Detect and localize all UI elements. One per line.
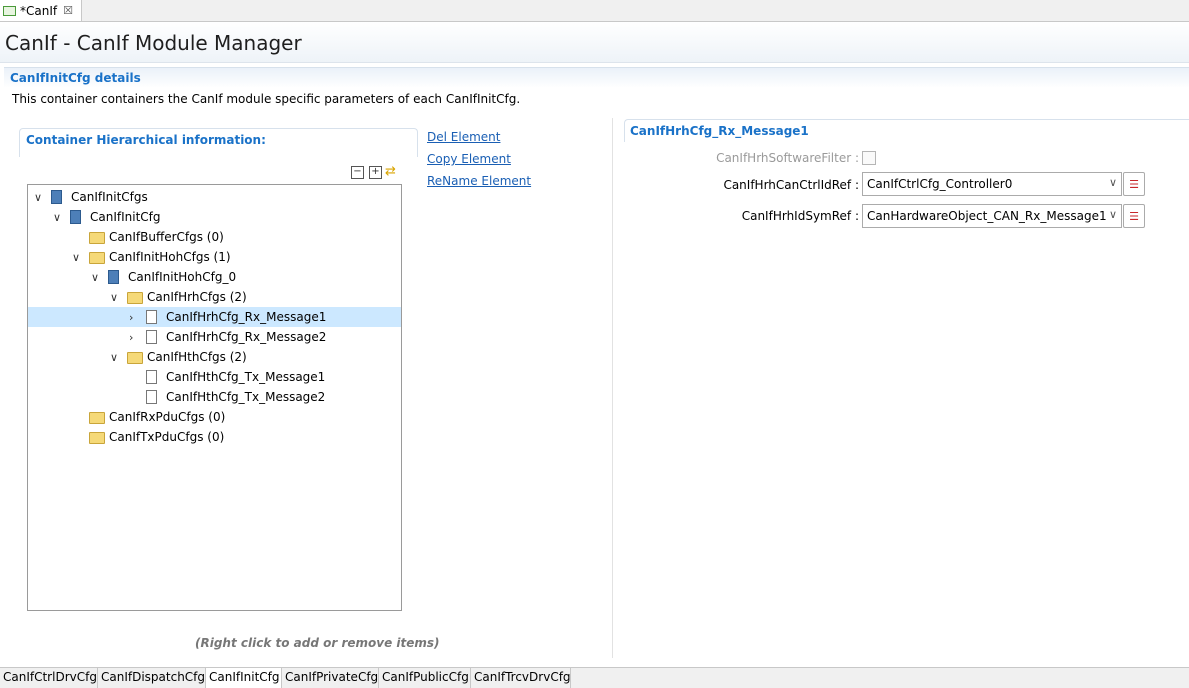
sym-ref-label: CanIfHrhIdSymRef : <box>741 209 859 223</box>
chevron-down-icon[interactable]: ∨ <box>72 251 82 264</box>
chevron-down-icon[interactable]: ∨ <box>53 211 63 224</box>
tree-item[interactable]: CanIfBufferCfgs (0) <box>28 227 401 247</box>
chevron-down-icon[interactable]: ∨ <box>110 291 120 304</box>
tree-item-label: CanIfInitHohCfgs (1) <box>109 250 231 264</box>
tree-item[interactable]: ∨ CanIfHrhCfgs (2) <box>28 287 401 307</box>
chevron-down-icon[interactable]: ∨ <box>34 191 44 204</box>
sym-ref-value: CanHardwareObject_CAN_Rx_Message1 <box>867 209 1107 223</box>
tree-hint: (Right click to add or remove items) <box>195 636 440 650</box>
ctrl-ref-value: CanIfCtrlCfg_Controller0 <box>867 177 1013 191</box>
collapse-all-icon[interactable]: − <box>351 166 364 179</box>
rename-element-link[interactable]: ReName Element <box>427 174 531 188</box>
tree-item-label: CanIfTxPduCfgs (0) <box>109 430 225 444</box>
document-icon <box>146 330 157 344</box>
document-icon <box>146 310 157 324</box>
tree-item[interactable]: CanIfHthCfg_Tx_Message2 <box>28 387 401 407</box>
details-section-header: CanIfInitCfg details <box>4 67 1189 88</box>
bottom-tab-bar: CanIfCtrlDrvCfg CanIfDispatchCfg CanIfInit… <box>0 667 1189 688</box>
tree-item-label: CanIfHrhCfgs (2) <box>147 290 247 304</box>
bottom-tab-canifctrldrvcfg[interactable]: CanIfCtrlDrvCfg <box>0 668 98 688</box>
tree-item-label: CanIfInitCfg <box>90 210 161 224</box>
tree-item-label: CanIfHthCfgs (2) <box>147 350 247 364</box>
sym-ref-dropdown[interactable]: CanHardwareObject_CAN_Rx_Message1 ∨ <box>862 204 1122 228</box>
tree-item-label: CanIfRxPduCfgs (0) <box>109 410 226 424</box>
tree-item-label: CanIfInitHohCfg_0 <box>128 270 237 284</box>
page-header: CanIf - CanIf Module Manager <box>0 22 1189 63</box>
container-tree[interactable]: ∨ CanIfInitCfgs ∨ CanIfInitCfg CanIfBufferCf… <box>27 184 402 611</box>
properties-group: CanIfHrhCfg_Rx_Message1 <box>624 119 1189 142</box>
expand-all-icon[interactable]: + <box>369 166 382 179</box>
document-icon <box>146 370 157 384</box>
chevron-down-icon: ∨ <box>1108 208 1117 221</box>
hierarchy-title: Container Hierarchical information: <box>26 133 266 147</box>
tree-item[interactable]: CanIfRxPduCfgs (0) <box>28 407 401 427</box>
bottom-tab-canifdispatchcfg[interactable]: CanIfDispatchCfg <box>98 668 206 688</box>
editor-tab-bar: *CanIf ☒ <box>0 0 1189 22</box>
folder-icon <box>127 352 143 364</box>
tree-item[interactable]: ∨ CanIfInitCfg <box>28 207 401 227</box>
module-icon <box>108 270 119 284</box>
tree-item-label: CanIfHthCfg_Tx_Message2 <box>166 390 326 404</box>
software-filter-label: CanIfHrhSoftwareFilter : <box>716 151 859 165</box>
chevron-right-icon[interactable]: › <box>129 331 139 344</box>
document-icon <box>146 390 157 404</box>
bottom-tab-canifprivatecfg[interactable]: CanIfPrivateCfg <box>282 668 379 688</box>
module-icon <box>70 210 81 224</box>
folder-icon <box>89 232 105 244</box>
tree-item-label: CanIfHthCfg_Tx_Message1 <box>166 370 326 384</box>
tree-item[interactable]: CanIfTxPduCfgs (0) <box>28 427 401 447</box>
tree-item[interactable]: CanIfHthCfg_Tx_Message1 <box>28 367 401 387</box>
tree-item-label: CanIfHrhCfg_Rx_Message2 <box>166 330 327 344</box>
tree-item[interactable]: › CanIfHrhCfg_Rx_Message1 <box>28 307 401 327</box>
chevron-down-icon[interactable]: ∨ <box>91 271 101 284</box>
module-editor-icon <box>3 5 16 16</box>
copy-element-link[interactable]: Copy Element <box>427 152 511 166</box>
tree-item[interactable]: ∨ CanIfInitCfgs <box>28 187 401 207</box>
tree-item-label: CanIfHrhCfg_Rx_Message1 <box>166 310 327 324</box>
ctrl-ref-label: CanIfHrhCanCtrlIdRef : <box>723 178 859 192</box>
chevron-right-icon[interactable]: › <box>129 311 139 324</box>
bottom-tab-caniftrcvdrvcfg[interactable]: CanIfTrcvDrvCfg <box>471 668 571 688</box>
close-icon[interactable]: ☒ <box>63 4 73 17</box>
ctrl-ref-dropdown[interactable]: CanIfCtrlCfg_Controller0 ∨ <box>862 172 1122 196</box>
properties-title: CanIfHrhCfg_Rx_Message1 <box>630 124 809 138</box>
ctrl-ref-list-button[interactable]: ☰ <box>1123 172 1145 196</box>
tree-item[interactable]: ∨ CanIfInitHohCfg_0 <box>28 267 401 287</box>
sym-ref-list-button[interactable]: ☰ <box>1123 204 1145 228</box>
bottom-tab-canifpubliccfg[interactable]: CanIfPublicCfg <box>379 668 471 688</box>
bottom-tab-canifinitcfg[interactable]: CanIfInitCfg <box>206 668 282 688</box>
tree-item[interactable]: ∨ CanIfHthCfgs (2) <box>28 347 401 367</box>
module-icon <box>51 190 62 204</box>
chevron-down-icon: ∨ <box>1108 176 1117 189</box>
folder-icon <box>127 292 143 304</box>
tree-item-label: CanIfBufferCfgs (0) <box>109 230 224 244</box>
folder-icon <box>89 432 105 444</box>
page-title: CanIf - CanIf Module Manager <box>5 31 302 55</box>
details-description: This container containers the CanIf modu… <box>12 92 521 106</box>
list-icon: ☰ <box>1129 177 1139 191</box>
hierarchy-group: Container Hierarchical information: <box>19 128 418 157</box>
folder-icon <box>89 252 105 264</box>
software-filter-checkbox[interactable] <box>862 151 876 165</box>
tree-item[interactable]: ∨ CanIfInitHohCfgs (1) <box>28 247 401 267</box>
folder-icon <box>89 412 105 424</box>
editor-tab-canif[interactable]: *CanIf ☒ <box>0 0 82 21</box>
panel-divider <box>612 118 613 658</box>
tree-item-label: CanIfInitCfgs <box>71 190 148 204</box>
del-element-link[interactable]: Del Element <box>427 130 500 144</box>
details-title: CanIfInitCfg details <box>10 71 141 85</box>
sync-icon[interactable]: ⇄ <box>385 164 396 179</box>
editor-tab-label: *CanIf <box>20 3 58 18</box>
tree-item[interactable]: › CanIfHrhCfg_Rx_Message2 <box>28 327 401 347</box>
chevron-down-icon[interactable]: ∨ <box>110 351 120 364</box>
list-icon: ☰ <box>1129 209 1139 223</box>
